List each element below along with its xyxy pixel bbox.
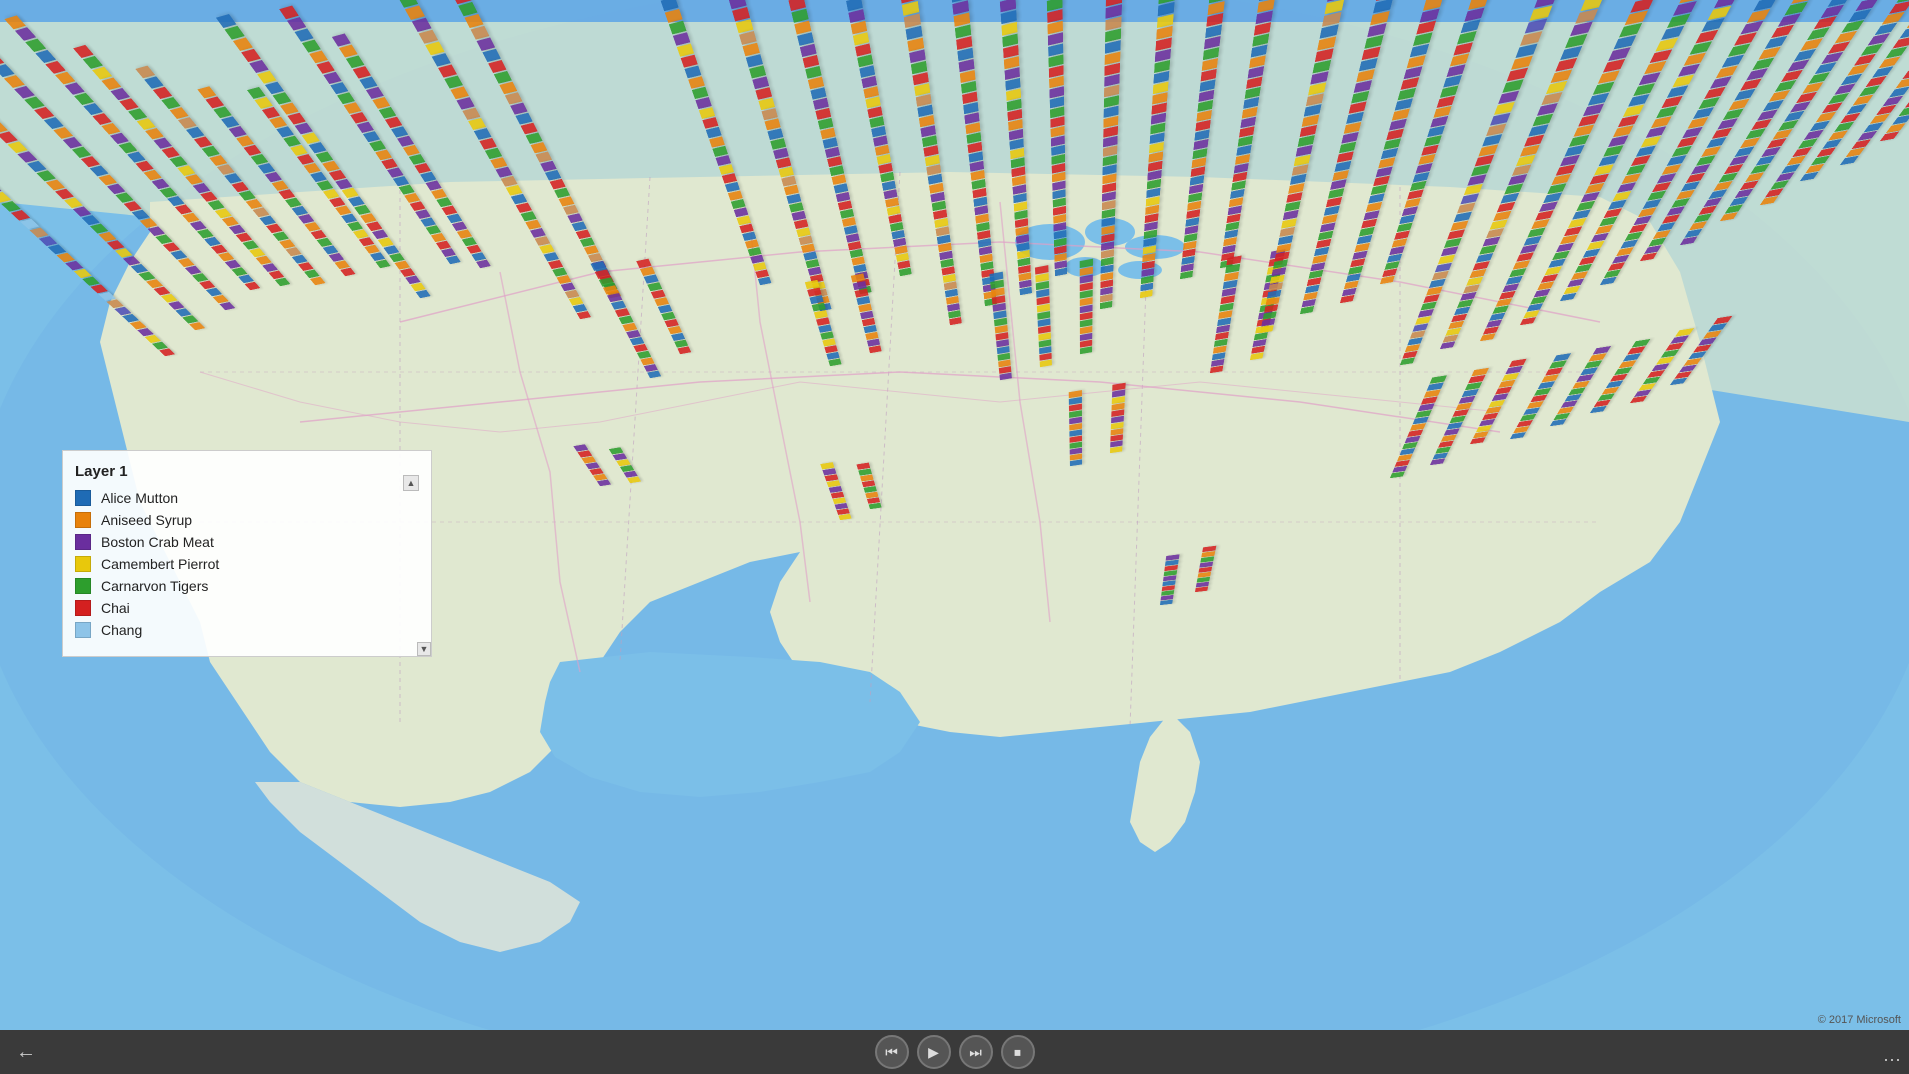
legend-item-label: Carnarvon Tigers	[101, 578, 208, 594]
legend-color-swatch	[75, 556, 91, 572]
legend-color-swatch	[75, 622, 91, 638]
legend-item: Aniseed Syrup	[75, 512, 415, 528]
legend-title: Layer 1	[75, 463, 415, 480]
rewind-button[interactable]: ⏮	[875, 1035, 909, 1069]
legend-color-swatch	[75, 534, 91, 550]
legend-scroll-up-button[interactable]: ▲	[403, 475, 419, 491]
forward-button[interactable]: ⏭	[959, 1035, 993, 1069]
legend-color-swatch	[75, 490, 91, 506]
legend-item: Camembert Pierrot	[75, 556, 415, 572]
copyright-text: © 2017 Microsoft	[1818, 1014, 1901, 1026]
toolbar: ← ⏮ ▶ ⏭ ⏹ ···	[0, 1030, 1909, 1074]
legend-item: Chang	[75, 622, 415, 638]
legend-item: Boston Crab Meat	[75, 534, 415, 550]
legend-item: Carnarvon Tigers	[75, 578, 415, 594]
legend-item: Alice Mutton	[75, 490, 415, 506]
play-button[interactable]: ▶	[917, 1035, 951, 1069]
legend-color-swatch	[75, 578, 91, 594]
legend-item-label: Chang	[101, 622, 142, 638]
legend-color-swatch	[75, 512, 91, 528]
legend-item: Chai	[75, 600, 415, 616]
stop-button[interactable]: ⏹	[1001, 1035, 1035, 1069]
legend-item-label: Aniseed Syrup	[101, 512, 192, 528]
legend-item-label: Alice Mutton	[101, 490, 178, 506]
legend-panel: Layer 1 ▲ Alice Mutton Aniseed Syrup Bos…	[62, 450, 432, 657]
legend-item-label: Camembert Pierrot	[101, 556, 219, 572]
legend-color-swatch	[75, 600, 91, 616]
more-options-button[interactable]: ···	[1883, 1049, 1901, 1070]
legend-item-label: Chai	[101, 600, 130, 616]
legend-item-label: Boston Crab Meat	[101, 534, 214, 550]
map-container: Layer 1 ▲ Alice Mutton Aniseed Syrup Bos…	[0, 0, 1909, 1074]
legend-scroll-down-button[interactable]: ▼	[417, 642, 431, 656]
nav-back-button[interactable]: ←	[8, 1034, 44, 1070]
legend-scroll-area[interactable]: Alice Mutton Aniseed Syrup Boston Crab M…	[75, 490, 415, 644]
